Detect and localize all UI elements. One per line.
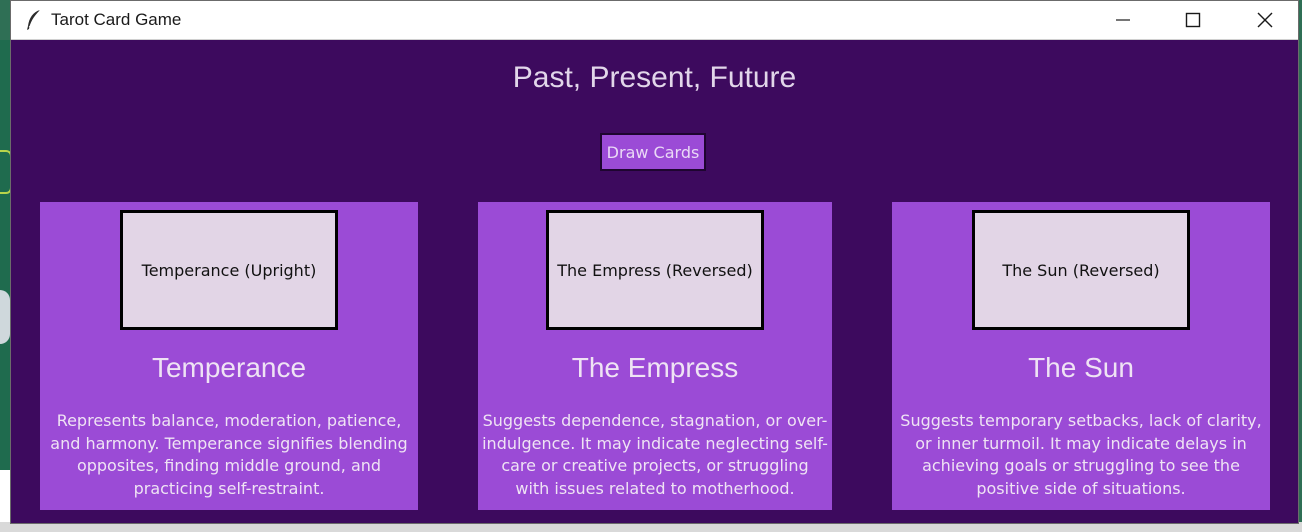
draw-cards-button[interactable]: Draw Cards [600, 133, 706, 171]
card-description: Represents balance, moderation, patience… [50, 411, 408, 498]
title-bar[interactable]: Tarot Card Game [11, 1, 1298, 40]
minimize-icon [1116, 19, 1130, 21]
card-description: Suggests temporary setbacks, lack of cla… [900, 411, 1262, 498]
maximize-icon [1185, 12, 1201, 28]
card-panel-present: The Empress (Reversed) The Empress Sugge… [478, 202, 832, 510]
card-description: Suggests dependence, stagnation, or over… [482, 411, 828, 498]
feather-icon [27, 9, 41, 30]
desktop-icon [0, 290, 10, 344]
close-icon [1257, 12, 1273, 28]
card-panel-past: Temperance (Upright) Temperance Represen… [40, 202, 418, 510]
maximize-button[interactable] [1161, 1, 1225, 39]
card-name: The Sun [1028, 352, 1134, 383]
close-button[interactable] [1233, 1, 1297, 39]
window-title: Tarot Card Game [51, 10, 182, 29]
card-name: Temperance [151, 352, 307, 383]
card-face[interactable]: The Sun (Reversed) [972, 210, 1190, 330]
minimize-button[interactable] [1091, 1, 1155, 39]
card-name: The Empress [571, 352, 739, 383]
spread-title: Past, Present, Future [512, 61, 797, 94]
app-window: Tarot Card Game Past, Present, Future Dr… [10, 0, 1299, 524]
card-face[interactable]: The Empress (Reversed) [546, 210, 764, 330]
card-panel-future: The Sun (Reversed) The Sun Suggests temp… [892, 202, 1270, 510]
card-face[interactable]: Temperance (Upright) [120, 210, 338, 330]
